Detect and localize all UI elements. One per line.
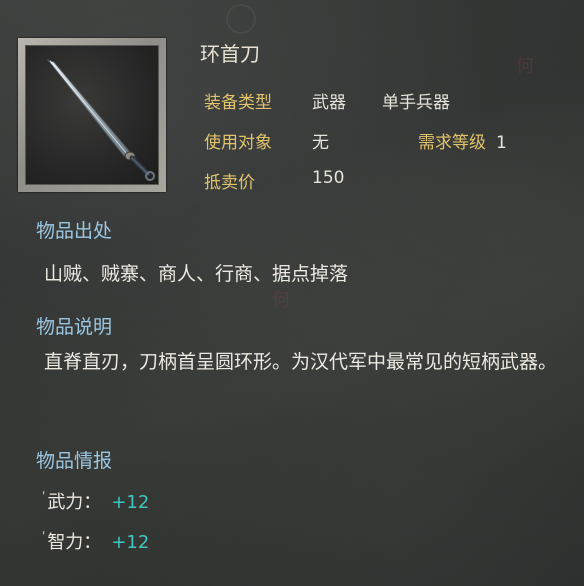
equip-type-value: 武器 <box>312 93 346 113</box>
equip-type-row: 装备类型 武器 单手兵器 <box>204 88 450 113</box>
stat-label: 武力： <box>47 492 102 513</box>
source-text: 山贼、贼寨、商人、行商、据点掉落 <box>44 263 349 285</box>
item-tooltip-panel: 何 何 环首刀 装备类型 武器 单手兵器 使用对象 无 需求等级 1 抵卖价 1… <box>0 0 584 586</box>
description-title: 物品说明 <box>36 316 113 338</box>
price-label: 抵卖价 <box>204 173 255 193</box>
stat-label: 智力： <box>47 532 102 553</box>
info-title: 物品情报 <box>36 450 113 472</box>
equip-subtype-value: 单手兵器 <box>382 93 450 113</box>
stat-value: +12 <box>111 532 150 553</box>
user-value: 无 <box>312 133 329 153</box>
item-icon-slot <box>25 45 159 185</box>
stat-row: ' 武力： +12 <box>42 489 150 513</box>
equip-type-label: 装备类型 <box>204 93 272 113</box>
user-row: 使用对象 无 <box>204 128 329 153</box>
required-level-row: 需求等级 1 <box>418 128 507 153</box>
sword-icon <box>46 58 155 181</box>
price-row: 抵卖价 150 <box>204 168 344 193</box>
price-value: 150 <box>312 168 345 188</box>
description-text: 直脊直刃，刀柄首呈圆环形。为汉代军中最常见的短柄武器。 <box>44 351 558 373</box>
watermark-stamp: 何 <box>516 56 534 77</box>
watermark-seal <box>226 4 256 34</box>
required-level-value: 1 <box>496 133 507 153</box>
required-level-label: 需求等级 <box>418 133 486 153</box>
item-icon-frame <box>18 38 166 192</box>
stat-row: ' 智力： +12 <box>42 529 150 553</box>
item-name: 环首刀 <box>200 42 260 66</box>
source-title: 物品出处 <box>36 220 113 242</box>
user-label: 使用对象 <box>204 133 272 153</box>
stat-value: +12 <box>111 492 150 513</box>
